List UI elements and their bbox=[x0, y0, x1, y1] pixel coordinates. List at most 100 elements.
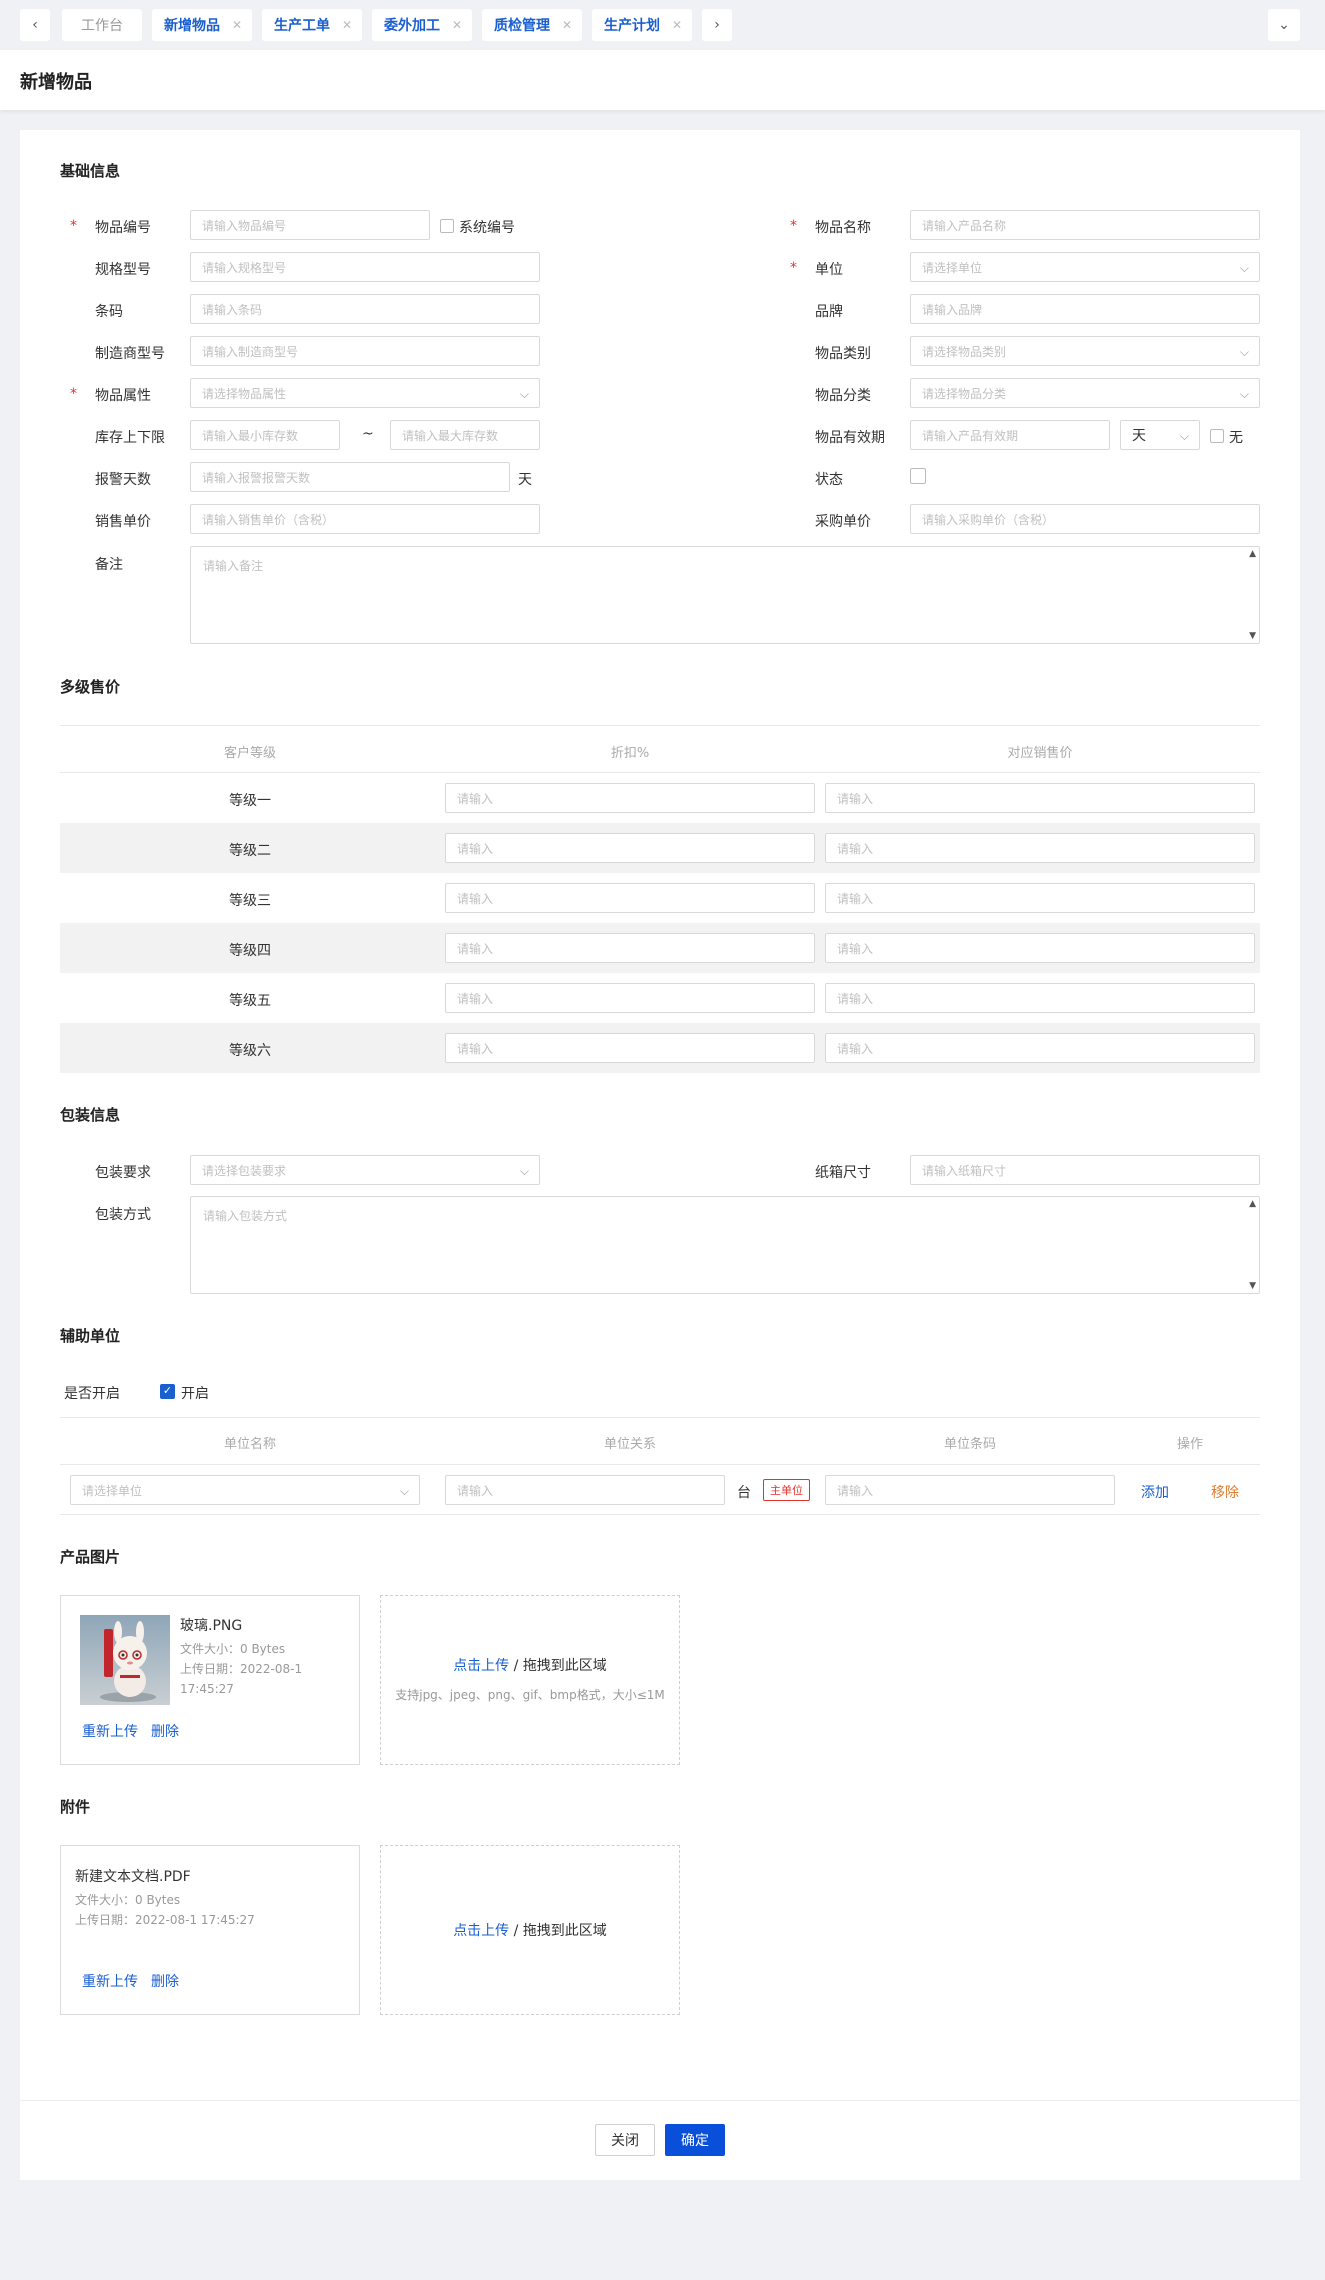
level-price-input[interactable]: 请输入 bbox=[825, 983, 1255, 1013]
aux-enable-label: 是否开启 bbox=[64, 1386, 120, 1402]
close-button[interactable]: 关闭 bbox=[595, 2124, 655, 2156]
barcode-input[interactable]: 请输入条码 bbox=[190, 294, 540, 324]
divider bbox=[60, 772, 1260, 773]
carton-size-label: 纸箱尺寸 bbox=[815, 1165, 871, 1181]
stock-limit-label: 库存上下限 bbox=[95, 430, 165, 446]
remove-unit-link[interactable]: 移除 bbox=[1211, 1482, 1239, 1502]
attachment-reupload-link[interactable]: 重新上传 bbox=[82, 1971, 138, 1991]
chevron-down-icon: ⌵ bbox=[519, 1164, 529, 1178]
level-price-input[interactable]: 请输入 bbox=[825, 933, 1255, 963]
aux-unit-select[interactable]: 请选择单位 ⌵ bbox=[70, 1475, 420, 1505]
package-method-label: 包装方式 bbox=[95, 1207, 151, 1223]
image-upload-click-link[interactable]: 点击上传 bbox=[453, 1658, 509, 1674]
attachment-delete-link[interactable]: 删除 bbox=[151, 1971, 179, 1991]
add-unit-link[interactable]: 添加 bbox=[1141, 1482, 1169, 1502]
status-checkbox[interactable] bbox=[910, 468, 926, 484]
purchase-price-input[interactable]: 请输入采购单价（含税） bbox=[910, 504, 1260, 534]
divider bbox=[60, 1514, 1260, 1515]
chevron-left-icon: ‹ bbox=[32, 17, 38, 33]
upload-separator: / bbox=[513, 1923, 519, 1939]
tab-scroll-left-button[interactable]: ‹ bbox=[20, 9, 50, 41]
col-unit-barcode: 单位条码 bbox=[943, 1437, 996, 1452]
col-sale-price: 对应销售价 bbox=[1007, 746, 1073, 761]
aux-barcode-input[interactable]: 请输入 bbox=[825, 1475, 1115, 1505]
section-basic-title: 基础信息 bbox=[60, 162, 121, 180]
close-icon[interactable]: ✕ bbox=[232, 18, 242, 32]
col-operation: 操作 bbox=[1176, 1437, 1203, 1452]
attachment-file-size: 文件大小：0 Bytes bbox=[75, 1893, 181, 1907]
stock-min-input[interactable]: 请输入最小库存数 bbox=[190, 420, 340, 450]
close-icon[interactable]: ✕ bbox=[452, 18, 462, 32]
close-icon[interactable]: ✕ bbox=[672, 18, 682, 32]
validity-input[interactable]: 请输入产品有效期 bbox=[910, 420, 1110, 450]
scroll-up-icon[interactable]: ▲ bbox=[1249, 1199, 1256, 1209]
validity-unit-select[interactable]: 天 ⌵ bbox=[1120, 420, 1200, 450]
attachment-upload-text: 点击上传 / 拖拽到此区域 bbox=[380, 1920, 680, 1940]
carton-size-input[interactable]: 请输入纸箱尺寸 bbox=[910, 1155, 1260, 1185]
aux-relation-input[interactable]: 请输入 bbox=[445, 1475, 725, 1505]
level-price-input[interactable]: 请输入 bbox=[825, 883, 1255, 913]
page-header: 新增物品 bbox=[0, 50, 1325, 110]
chevron-down-icon: ⌵ bbox=[1239, 387, 1249, 401]
discount-input[interactable]: 请输入 bbox=[445, 983, 815, 1013]
discount-input[interactable]: 请输入 bbox=[445, 833, 815, 863]
confirm-button[interactable]: 确定 bbox=[665, 2124, 725, 2156]
close-icon[interactable]: ✕ bbox=[342, 18, 352, 32]
tab-quality[interactable]: 质检管理 ✕ bbox=[482, 9, 582, 41]
remark-textarea[interactable]: 请输入备注 ▲ ▼ bbox=[190, 546, 1260, 644]
classification-select-placeholder: 请选择物品分类 bbox=[922, 386, 1007, 401]
level-price-input[interactable]: 请输入 bbox=[825, 1033, 1255, 1063]
tab-new-item[interactable]: 新增物品 ✕ bbox=[152, 9, 252, 41]
tab-workbench[interactable]: 工作台 bbox=[62, 9, 142, 41]
scroll-down-icon[interactable]: ▼ bbox=[1249, 1281, 1256, 1291]
validity-none-checkbox[interactable] bbox=[1210, 429, 1224, 443]
main-unit-tag: 主单位 bbox=[763, 1479, 810, 1501]
discount-input[interactable]: 请输入 bbox=[445, 883, 815, 913]
chevron-down-icon: ⌵ bbox=[1179, 429, 1189, 443]
sale-price-input[interactable]: 请输入销售单价（含税） bbox=[190, 504, 540, 534]
attachment-upload-click-link[interactable]: 点击上传 bbox=[453, 1923, 509, 1939]
alarm-days-input[interactable]: 请输入报警报警天数 bbox=[190, 462, 510, 492]
image-upload-dropzone[interactable] bbox=[380, 1595, 680, 1765]
item-code-label: 物品编号 bbox=[95, 220, 151, 236]
mfr-model-input[interactable]: 请输入制造商型号 bbox=[190, 336, 540, 366]
discount-input[interactable]: 请输入 bbox=[445, 783, 815, 813]
stock-max-input[interactable]: 请输入最大库存数 bbox=[390, 420, 540, 450]
unit-select-placeholder: 请选择单位 bbox=[922, 260, 983, 275]
scroll-up-icon[interactable]: ▲ bbox=[1249, 549, 1256, 559]
divider bbox=[60, 1464, 1260, 1465]
image-delete-link[interactable]: 删除 bbox=[151, 1721, 179, 1741]
package-requirement-select[interactable]: 请选择包装要求 ⌵ bbox=[190, 1155, 540, 1185]
unit-select[interactable]: 请选择单位 ⌵ bbox=[910, 252, 1260, 282]
level-price-input[interactable]: 请输入 bbox=[825, 783, 1255, 813]
price-level-label: 等级五 bbox=[229, 993, 271, 1009]
scroll-down-icon[interactable]: ▼ bbox=[1249, 631, 1256, 641]
tab-outsourcing[interactable]: 委外加工 ✕ bbox=[372, 9, 472, 41]
tab-bar: ‹ 工作台 新增物品 ✕ 生产工单 ✕ 委外加工 ✕ 质检管理 ✕ 生产计划 ✕ › ⌄ bbox=[0, 0, 1325, 50]
alarm-days-suffix: 天 bbox=[518, 472, 532, 488]
item-name-input[interactable]: 请输入产品名称 bbox=[910, 210, 1260, 240]
aux-enable-checkbox[interactable]: ✓ bbox=[160, 1384, 175, 1399]
item-code-input[interactable]: 请输入物品编号 bbox=[190, 210, 430, 240]
attribute-select-placeholder: 请选择物品属性 bbox=[202, 386, 287, 401]
image-reupload-link[interactable]: 重新上传 bbox=[82, 1721, 138, 1741]
tab-production-plan[interactable]: 生产计划 ✕ bbox=[592, 9, 692, 41]
tab-work-order[interactable]: 生产工单 ✕ bbox=[262, 9, 362, 41]
sale-price-label: 销售单价 bbox=[95, 514, 151, 530]
classification-select[interactable]: 请选择物品分类 ⌵ bbox=[910, 378, 1260, 408]
discount-input[interactable]: 请输入 bbox=[445, 933, 815, 963]
level-price-input[interactable]: 请输入 bbox=[825, 833, 1255, 863]
purchase-price-label: 采购单价 bbox=[815, 514, 871, 530]
image-thumbnail[interactable] bbox=[80, 1615, 170, 1705]
category-select[interactable]: 请选择物品类别 ⌵ bbox=[910, 336, 1260, 366]
tab-menu-button[interactable]: ⌄ bbox=[1268, 9, 1300, 41]
close-icon[interactable]: ✕ bbox=[562, 18, 572, 32]
spec-input[interactable]: 请输入规格型号 bbox=[190, 252, 540, 282]
attribute-select[interactable]: 请选择物品属性 ⌵ bbox=[190, 378, 540, 408]
package-method-textarea[interactable]: 请输入包装方式 ▲ ▼ bbox=[190, 1196, 1260, 1294]
system-code-checkbox[interactable] bbox=[440, 219, 454, 233]
section-attachments-title: 附件 bbox=[60, 1798, 91, 1816]
discount-input[interactable]: 请输入 bbox=[445, 1033, 815, 1063]
brand-input[interactable]: 请输入品牌 bbox=[910, 294, 1260, 324]
tab-scroll-right-button[interactable]: › bbox=[702, 9, 732, 41]
